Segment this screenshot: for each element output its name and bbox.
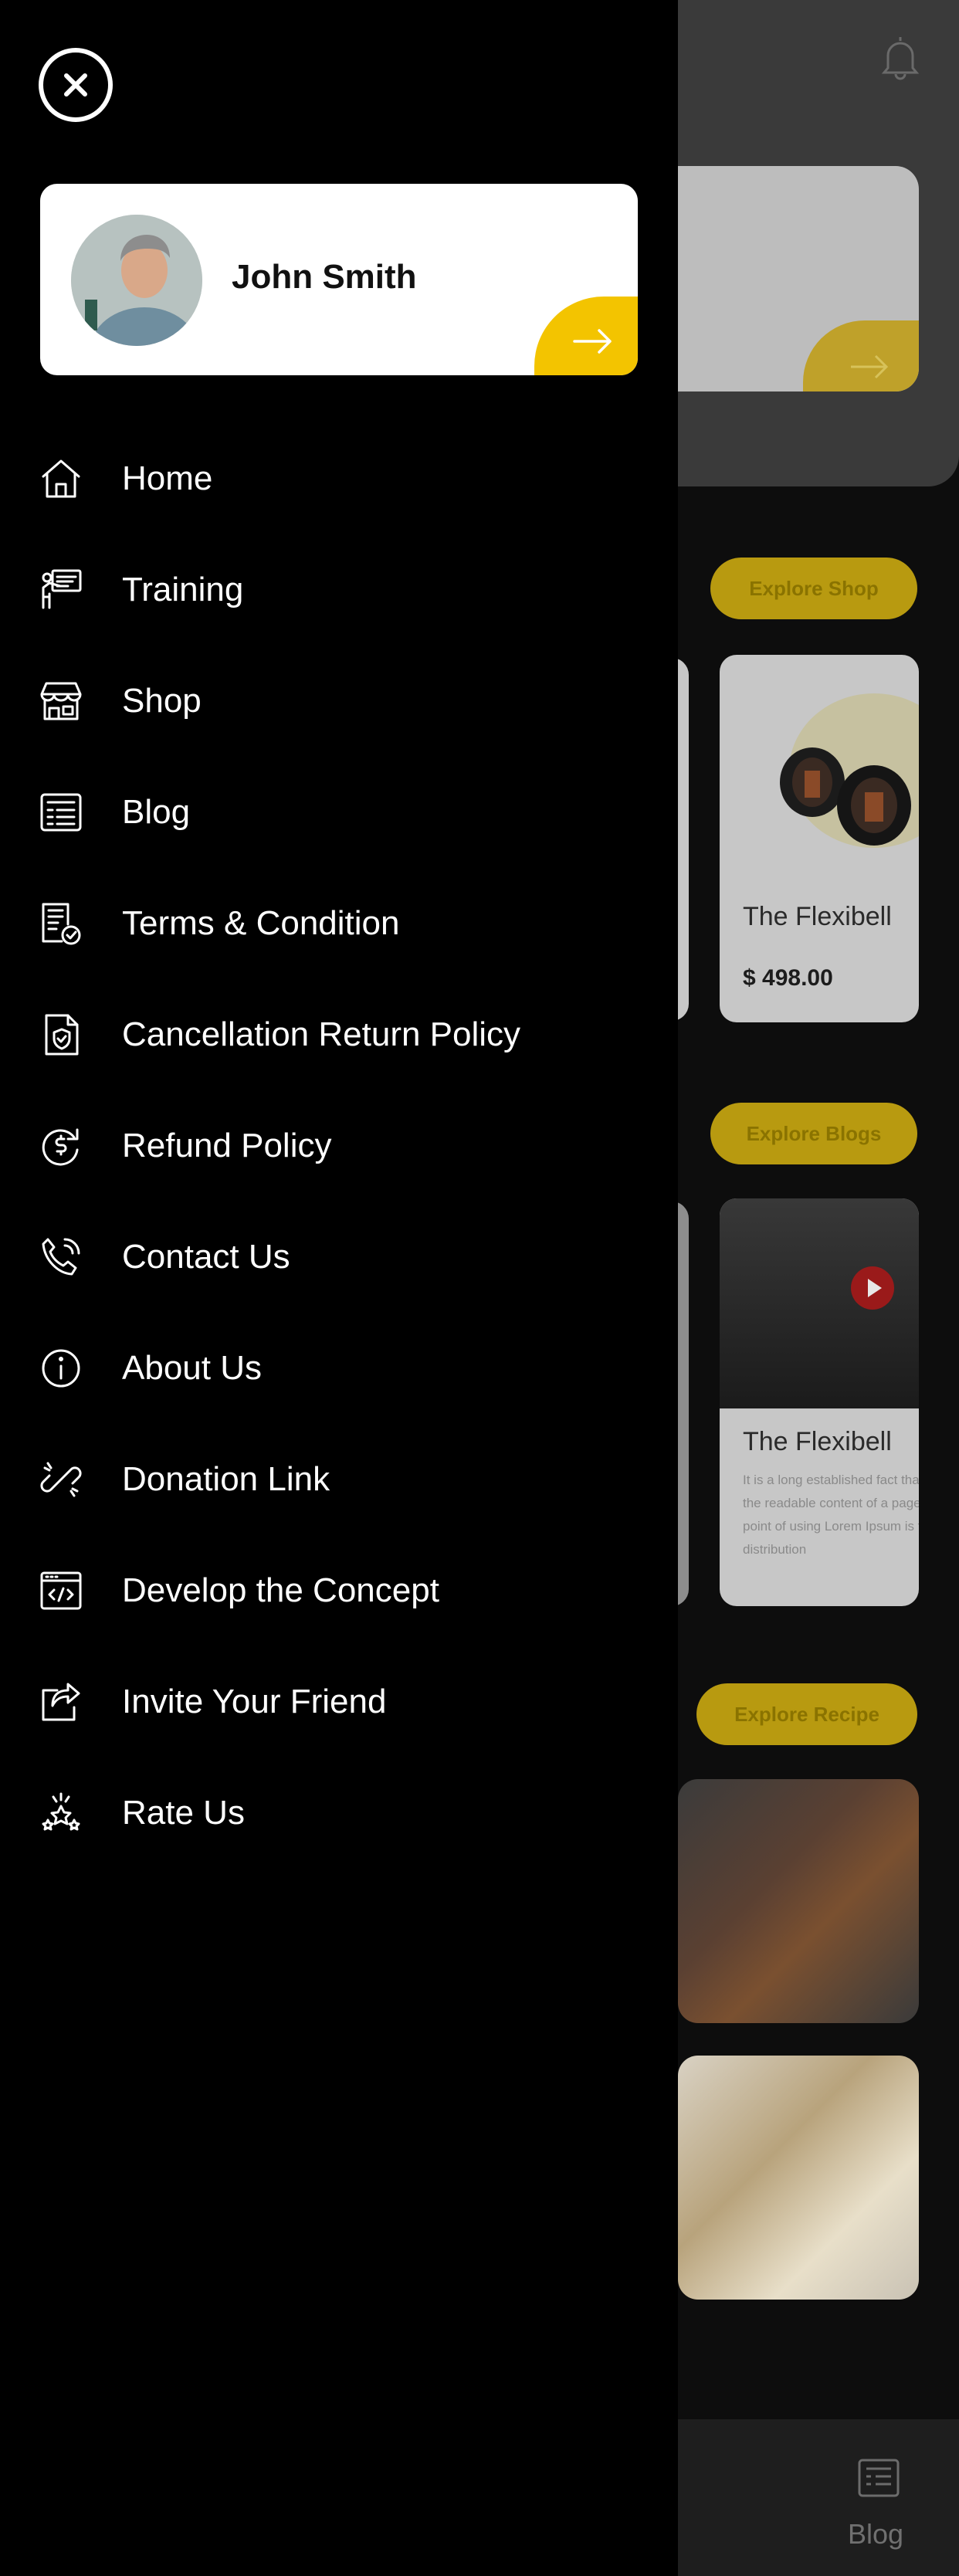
arrow-right-icon: [573, 329, 612, 354]
home-icon: [39, 456, 83, 501]
menu-item-cancellation[interactable]: Cancellation Return Policy: [39, 1004, 641, 1066]
code-window-icon: [39, 1568, 83, 1613]
profile-card[interactable]: John Smith: [40, 184, 638, 375]
notification-bell-icon[interactable]: [880, 34, 920, 80]
menu-item-label: Home: [122, 459, 213, 497]
menu-item-label: Donation Link: [122, 1460, 330, 1498]
share-icon: [39, 1679, 83, 1724]
menu-item-terms[interactable]: Terms & Condition: [39, 893, 641, 954]
info-icon: [39, 1346, 83, 1391]
shield-document-icon: [39, 1012, 83, 1057]
menu-item-invite[interactable]: Invite Your Friend: [39, 1671, 641, 1733]
menu-item-label: Shop: [122, 682, 202, 720]
menu-item-label: Invite Your Friend: [122, 1683, 387, 1720]
avatar: [71, 215, 202, 346]
menu-item-donation[interactable]: Donation Link: [39, 1449, 641, 1510]
blog-video-thumbnail[interactable]: [720, 1198, 919, 1408]
close-icon: [64, 73, 87, 97]
product-name: The Flexibell: [743, 902, 892, 931]
close-drawer-button[interactable]: [39, 48, 113, 122]
menu-item-training[interactable]: Training: [39, 559, 641, 621]
menu-item-develop[interactable]: Develop the Concept: [39, 1560, 641, 1622]
refund-icon: [39, 1124, 83, 1168]
background-blog-card[interactable]: The Flexibell It is a long established f…: [720, 1198, 919, 1606]
product-price: $ 498.00: [743, 965, 833, 991]
shop-icon: [39, 679, 83, 724]
menu-item-about[interactable]: About Us: [39, 1337, 641, 1399]
terms-icon: [39, 901, 83, 946]
menu-item-home[interactable]: Home: [39, 448, 641, 510]
training-icon: [39, 568, 83, 612]
explore-shop-button[interactable]: Explore Shop: [710, 558, 917, 619]
menu-item-contact[interactable]: Contact Us: [39, 1226, 641, 1288]
menu-item-label: Cancellation Return Policy: [122, 1015, 521, 1053]
blog-excerpt: It is a long established fact that a rea…: [743, 1473, 919, 1557]
menu-item-label: Terms & Condition: [122, 904, 400, 942]
bottom-nav-blog-label[interactable]: Blog: [848, 2518, 903, 2551]
menu-item-blog[interactable]: Blog: [39, 781, 641, 843]
menu-item-label: Contact Us: [122, 1238, 290, 1276]
blog-title: The Flexibell: [743, 1427, 892, 1456]
background-training-arrow-button[interactable]: [803, 320, 919, 391]
explore-blogs-button[interactable]: Explore Blogs: [710, 1103, 917, 1164]
menu-item-label: Training: [122, 571, 244, 608]
blog-icon: [39, 790, 83, 835]
menu-item-label: Blog: [122, 793, 191, 831]
menu-item-shop[interactable]: Shop: [39, 670, 641, 732]
profile-name: John Smith: [232, 258, 417, 296]
recipe-image-2[interactable]: [678, 2056, 919, 2300]
broken-link-icon: [39, 1457, 83, 1502]
side-drawer: John Smith Home Training Shop Blog Terms…: [0, 0, 678, 2576]
menu-item-label: Develop the Concept: [122, 1571, 439, 1609]
background-product-card[interactable]: The Flexibell $ 498.00: [720, 655, 919, 1022]
menu-item-rate[interactable]: Rate Us: [39, 1782, 641, 1844]
menu-item-label: Refund Policy: [122, 1127, 332, 1164]
menu-item-label: Rate Us: [122, 1794, 245, 1832]
stars-icon: [39, 1791, 83, 1835]
menu-item-refund[interactable]: Refund Policy: [39, 1115, 641, 1177]
play-icon[interactable]: [851, 1266, 894, 1310]
bottom-nav-blog-icon[interactable]: [857, 2458, 900, 2498]
menu-item-label: About Us: [122, 1349, 262, 1387]
recipe-image-1[interactable]: [678, 1779, 919, 2023]
explore-recipe-button[interactable]: Explore Recipe: [696, 1683, 917, 1745]
background-bottom-nav: Blog: [678, 2419, 959, 2576]
profile-arrow-button[interactable]: [534, 297, 638, 375]
dumbbell-image: [780, 747, 911, 846]
phone-icon: [39, 1235, 83, 1280]
